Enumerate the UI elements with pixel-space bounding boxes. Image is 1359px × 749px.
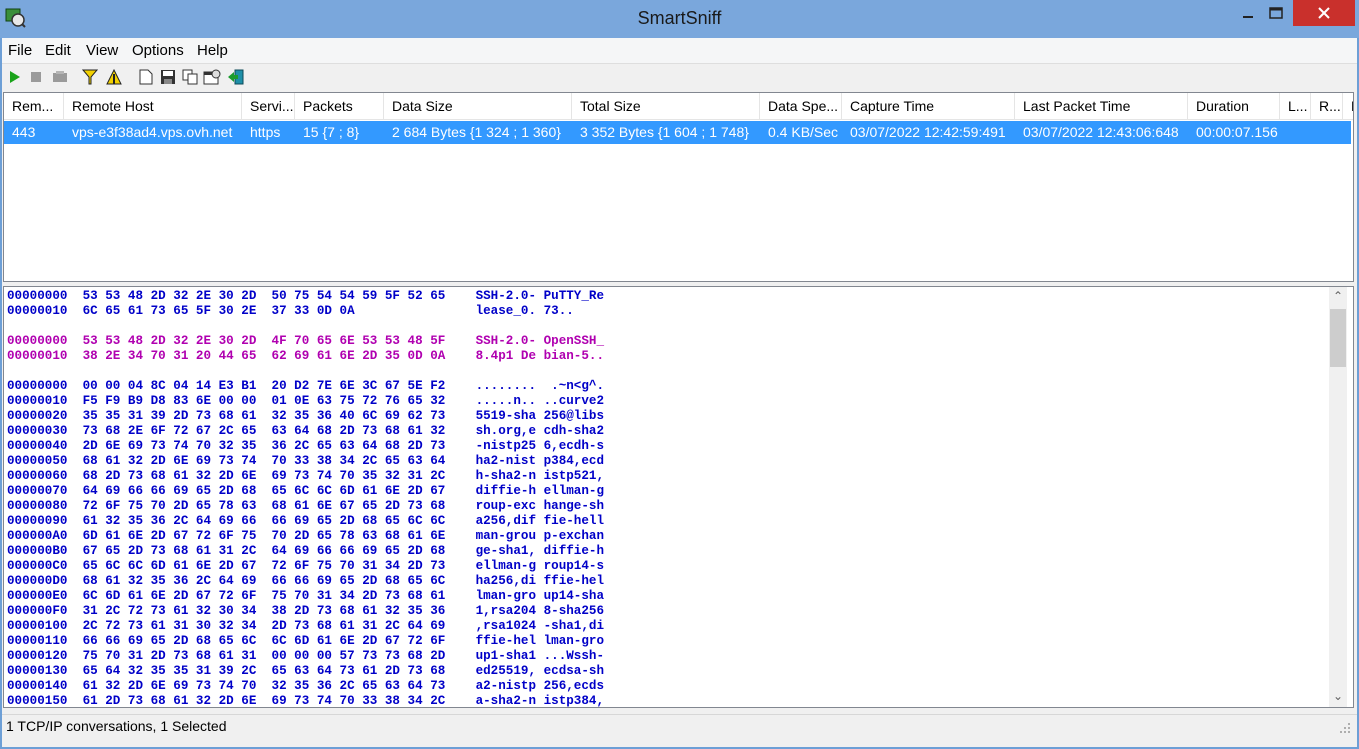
col-remote-port[interactable]: Rem... bbox=[4, 93, 64, 120]
close-icon bbox=[1318, 7, 1330, 19]
hex-line: 00000130 65 64 32 35 35 31 39 2C 65 63 6… bbox=[7, 664, 605, 678]
save-button[interactable] bbox=[159, 68, 177, 86]
maximize-button[interactable] bbox=[1261, 0, 1290, 26]
status-text: 1 TCP/IP conversations, 1 Selected bbox=[6, 718, 227, 734]
hex-line: 000000F0 31 2C 72 73 61 32 30 34 38 2D 7… bbox=[7, 604, 605, 618]
hex-line: 00000070 64 69 66 66 69 65 2D 68 65 6C 6… bbox=[7, 484, 605, 498]
client-area: File Edit View Options Help Rem... Remot… bbox=[2, 38, 1357, 747]
hex-line: 00000060 68 2D 73 68 61 32 2D 6E 69 73 7… bbox=[7, 469, 605, 483]
window-title: SmartSniff bbox=[637, 8, 722, 28]
col-duration[interactable]: Duration bbox=[1188, 93, 1280, 120]
hex-line: 00000090 61 32 35 36 2C 64 69 66 66 69 6… bbox=[7, 514, 605, 528]
hex-line: 000000D0 68 61 32 35 36 2C 64 69 66 66 6… bbox=[7, 574, 605, 588]
hex-line: 00000010 38 2E 34 70 31 20 44 65 62 69 6… bbox=[7, 349, 605, 363]
close-button[interactable] bbox=[1293, 0, 1355, 26]
menu-view[interactable]: View bbox=[86, 42, 118, 59]
vertical-scroll-thumb[interactable] bbox=[1330, 309, 1346, 367]
col-packets[interactable]: Packets bbox=[295, 93, 384, 120]
conversations-list[interactable]: Rem... Remote Host Servi... Packets Data… bbox=[3, 92, 1354, 282]
hex-line: 00000140 61 32 2D 6E 69 73 74 70 32 35 3… bbox=[7, 679, 605, 693]
copy-icon bbox=[182, 69, 198, 85]
chevron-down-icon: ⌄ bbox=[1332, 689, 1344, 703]
column-header: Rem... Remote Host Servi... Packets Data… bbox=[4, 93, 1353, 120]
vertical-scrollbar[interactable]: ⌃ ⌄ bbox=[1329, 287, 1347, 707]
hex-line: 00000110 66 66 69 65 2D 68 65 6C 6C 6D 6… bbox=[7, 634, 605, 648]
col-remote-host[interactable]: Remote Host bbox=[64, 93, 242, 120]
hex-line: 00000000 53 53 48 2D 32 2E 30 2D 4F 70 6… bbox=[7, 334, 605, 348]
hex-line: 00000000 53 53 48 2D 32 2E 30 2D 50 75 5… bbox=[7, 289, 605, 303]
minimize-button[interactable] bbox=[1233, 0, 1262, 26]
copy-button[interactable] bbox=[181, 68, 199, 86]
menu-file[interactable]: File bbox=[8, 42, 32, 59]
col-service[interactable]: Servi... bbox=[242, 93, 295, 120]
cell-duration: 00:00:07.156 bbox=[1196, 124, 1278, 140]
cell-remote-port: 443 bbox=[12, 124, 36, 140]
col-local-1[interactable]: L... bbox=[1280, 93, 1311, 120]
maximize-icon bbox=[1268, 7, 1283, 19]
menu-options[interactable]: Options bbox=[132, 42, 184, 59]
status-bar: 1 TCP/IP conversations, 1 Selected bbox=[2, 714, 1357, 738]
display-filter-button[interactable] bbox=[105, 68, 123, 86]
new-button[interactable] bbox=[137, 68, 155, 86]
hex-line: 00000100 2C 72 73 61 31 30 32 34 2D 73 6… bbox=[7, 619, 605, 633]
hex-line: 00000080 72 6F 75 70 2D 65 78 63 68 61 6… bbox=[7, 499, 605, 513]
new-icon bbox=[139, 69, 153, 85]
capture-filter-button[interactable] bbox=[81, 68, 99, 86]
pause-button[interactable] bbox=[51, 68, 69, 86]
hex-line: 00000020 35 35 31 39 2D 73 68 61 32 35 3… bbox=[7, 409, 605, 423]
stop-capture-icon bbox=[31, 72, 41, 82]
menu-bar: File Edit View Options Help bbox=[2, 38, 1357, 64]
exit-icon bbox=[228, 69, 244, 85]
col-remote-2[interactable]: R... bbox=[1311, 93, 1343, 120]
cell-data-speed: 0.4 KB/Sec bbox=[768, 124, 839, 140]
hex-line: 00000000 00 00 04 8C 04 14 E3 B1 20 D2 7… bbox=[7, 379, 605, 393]
hex-line: 00000010 6C 65 61 73 65 5F 30 2E 37 33 0… bbox=[7, 304, 574, 318]
col-data-speed[interactable]: Data Spe... bbox=[760, 93, 842, 120]
menu-help[interactable]: Help bbox=[197, 42, 228, 59]
scroll-down-button[interactable]: ⌄ bbox=[1329, 687, 1347, 705]
hex-line: 000000A0 6D 61 6E 2D 67 72 6F 75 70 2D 6… bbox=[7, 529, 605, 543]
col-last-packet-time[interactable]: Last Packet Time bbox=[1015, 93, 1188, 120]
cell-data-size: 2 684 Bytes {1 324 ; 1 360} bbox=[392, 124, 561, 140]
toolbar bbox=[2, 64, 1357, 90]
table-row[interactable]: 443 vps-e3f38ad4.vps.ovh.net https 15 {7… bbox=[4, 121, 1351, 144]
hex-line: 000000E0 6C 6D 61 6E 2D 67 72 6F 75 70 3… bbox=[7, 589, 605, 603]
hex-line: 000000B0 67 65 2D 73 68 61 31 2C 64 69 6… bbox=[7, 544, 605, 558]
stop-capture-button[interactable] bbox=[27, 68, 45, 86]
minimize-icon bbox=[1242, 16, 1253, 18]
display-filter-icon bbox=[106, 69, 122, 85]
hex-dump-pane[interactable]: 00000000 53 53 48 2D 32 2E 30 2D 50 75 5… bbox=[3, 286, 1354, 708]
cell-last-packet-time: 03/07/2022 12:43:06:648 bbox=[1023, 124, 1179, 140]
start-capture-icon bbox=[10, 71, 20, 83]
scroll-up-button[interactable]: ⌃ bbox=[1329, 287, 1347, 305]
cell-capture-time: 03/07/2022 12:42:59:491 bbox=[850, 124, 1006, 140]
start-capture-button[interactable] bbox=[5, 68, 23, 86]
app-window: SmartSniff File Edit View Options Help R… bbox=[0, 0, 1359, 749]
col-data-size[interactable]: Data Size bbox=[384, 93, 572, 120]
hex-line: 000000C0 65 6C 6C 6D 61 6E 2D 67 72 6F 7… bbox=[7, 559, 605, 573]
hex-line: 00000050 68 61 32 2D 6E 69 73 74 70 33 3… bbox=[7, 454, 605, 468]
hex-line: 00000010 F5 F9 B9 D8 83 6E 00 00 01 0E 6… bbox=[7, 394, 605, 408]
menu-edit[interactable]: Edit bbox=[45, 42, 71, 59]
save-icon bbox=[161, 70, 175, 84]
exit-button[interactable] bbox=[227, 68, 245, 86]
cell-packets: 15 {7 ; 8} bbox=[303, 124, 360, 140]
cell-service: https bbox=[250, 124, 281, 140]
chevron-up-icon: ⌃ bbox=[1332, 289, 1344, 303]
hex-line: 00000040 2D 6E 69 73 74 70 32 35 36 2C 6… bbox=[7, 439, 605, 453]
hex-line: 00000150 61 2D 73 68 61 32 2D 6E 69 73 7… bbox=[7, 694, 605, 708]
col-total-size[interactable]: Total Size bbox=[572, 93, 760, 120]
cell-remote-host: vps-e3f38ad4.vps.ovh.net bbox=[72, 124, 233, 140]
filter-icon bbox=[82, 69, 98, 85]
properties-icon bbox=[203, 69, 221, 85]
title-bar[interactable]: SmartSniff bbox=[0, 0, 1359, 38]
col-local-3[interactable]: L bbox=[1343, 93, 1353, 120]
resize-grip-icon[interactable] bbox=[1339, 722, 1351, 734]
hex-line: 00000030 73 68 2E 6F 72 67 2C 65 63 64 6… bbox=[7, 424, 605, 438]
properties-button[interactable] bbox=[203, 68, 221, 86]
col-capture-time[interactable]: Capture Time bbox=[842, 93, 1015, 120]
cell-total-size: 3 352 Bytes {1 604 ; 1 748} bbox=[580, 124, 749, 140]
pause-icon bbox=[53, 71, 67, 82]
hex-line: 00000120 75 70 31 2D 73 68 61 31 00 00 0… bbox=[7, 649, 605, 663]
